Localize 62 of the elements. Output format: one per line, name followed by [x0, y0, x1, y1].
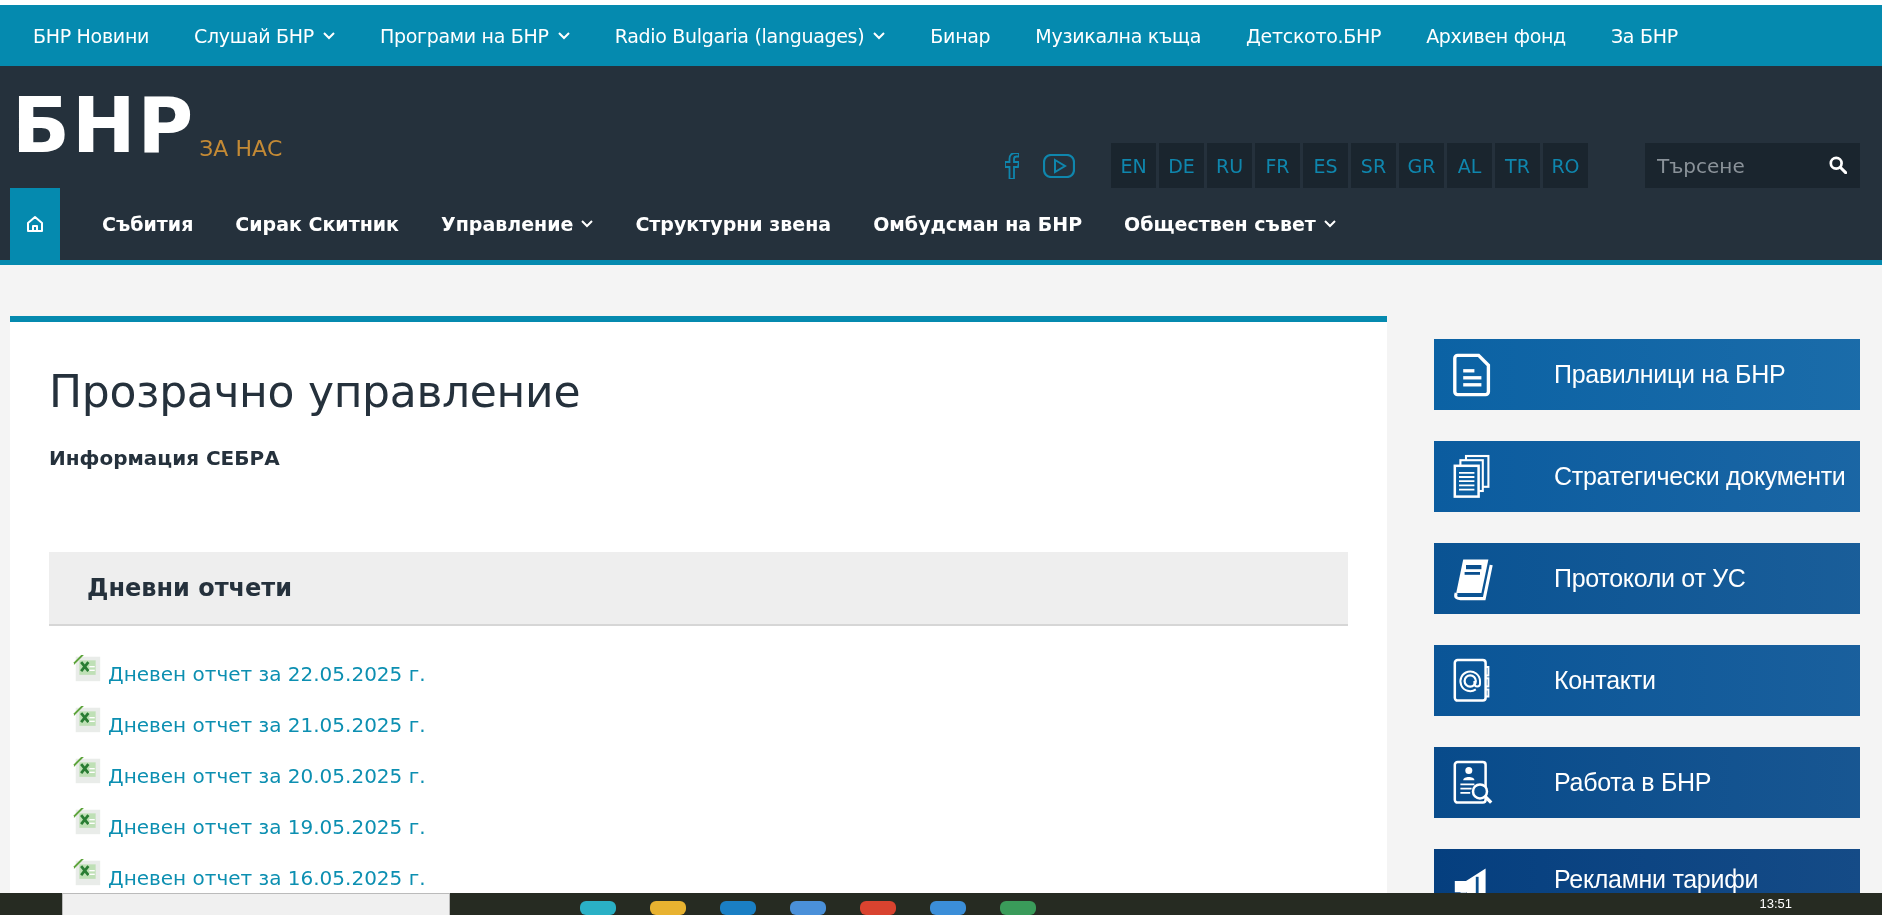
nav-link[interactable]: Структурни звена: [635, 209, 832, 239]
sidebar-link-button[interactable]: Протоколи от УС: [1434, 543, 1860, 614]
logo-tagline: ЗА НАС: [199, 138, 283, 160]
language-button[interactable]: RU: [1207, 143, 1252, 188]
taskbar-clock: 13:51: [1759, 895, 1792, 910]
file-link[interactable]: Дневен отчет за 19.05.2025 г.: [108, 815, 426, 839]
language-button[interactable]: AL: [1447, 143, 1492, 188]
top-menu-link[interactable]: За БНР: [1610, 24, 1678, 47]
taskbar-app-icon: [860, 901, 896, 915]
home-tab[interactable]: [10, 188, 60, 260]
nav-link[interactable]: Управление: [441, 209, 594, 239]
file-link[interactable]: Дневен отчет за 22.05.2025 г.: [108, 662, 426, 686]
home-icon: [25, 214, 45, 234]
person-search-icon: [1452, 759, 1494, 806]
taskbar-app-icon: [650, 901, 686, 915]
taskbar-app-icon: [790, 901, 826, 915]
taskbar-app-icon: [580, 901, 616, 915]
taskbar-app-icon: [930, 901, 966, 915]
nav-link[interactable]: Обществен съвет: [1124, 209, 1336, 239]
taskbar-search-field[interactable]: [62, 893, 450, 915]
sidebar-link-button[interactable]: Стратегически документи: [1434, 441, 1860, 512]
top-menu-link[interactable]: Бинар: [930, 24, 991, 47]
sidebar-link-button[interactable]: Правилници на БНР: [1434, 339, 1860, 410]
file-link[interactable]: Дневен отчет за 20.05.2025 г.: [108, 764, 426, 788]
sidebar-link-button[interactable]: Работа в БНР: [1434, 747, 1860, 818]
spreadsheet-file-icon: [73, 654, 102, 683]
spreadsheet-file-icon: [73, 705, 102, 734]
file-link[interactable]: Дневен отчет за 21.05.2025 г.: [108, 713, 426, 737]
language-button[interactable]: GR: [1399, 143, 1444, 188]
spreadsheet-file-icon: [73, 807, 102, 836]
language-button[interactable]: FR: [1255, 143, 1300, 188]
sidebar-link-button[interactable]: Рекламни тарифи: [1434, 849, 1860, 893]
top-menu-link[interactable]: Слушай БНР: [194, 24, 335, 47]
top-menu-link[interactable]: Radio Bulgaria (languages): [614, 24, 886, 47]
language-button[interactable]: DE: [1159, 143, 1204, 188]
nav-link[interactable]: Омбудсман на БНР: [873, 209, 1083, 239]
section-title: Дневни отчети: [87, 574, 293, 602]
spreadsheet-file-icon: [73, 858, 102, 887]
logo-text[interactable]: БНР: [12, 92, 196, 160]
search-icon: [1829, 156, 1847, 174]
page-subtitle: Информация СЕБРА: [49, 446, 281, 470]
taskbar-app-icon: [720, 901, 756, 915]
top-menu-link[interactable]: Програми на БНР: [379, 24, 570, 47]
top-menu-link[interactable]: БНР Новини: [33, 24, 150, 47]
page-title: Прозрачно управление: [49, 365, 582, 419]
language-button[interactable]: TR: [1495, 143, 1540, 188]
top-menu-link[interactable]: Музикална къща: [1035, 24, 1202, 47]
video-play-icon: [1043, 153, 1075, 178]
language-button[interactable]: RO: [1543, 143, 1588, 188]
nav-link[interactable]: Събития: [102, 209, 194, 239]
file-link[interactable]: Дневен отчет за 16.05.2025 г.: [108, 866, 426, 890]
sidebar-link-button[interactable]: Контакти: [1434, 645, 1860, 716]
language-button[interactable]: ES: [1303, 143, 1348, 188]
nav-link[interactable]: Сирак Скитник: [235, 209, 400, 239]
facebook-icon: [1005, 152, 1019, 179]
language-button[interactable]: SR: [1351, 143, 1396, 188]
top-menu-link[interactable]: Детското.БНР: [1246, 24, 1382, 47]
spreadsheet-file-icon: [73, 756, 102, 785]
search-field[interactable]: Търсене: [1645, 143, 1860, 188]
language-button[interactable]: EN: [1111, 143, 1156, 188]
top-menu-link[interactable]: Архивен фонд: [1426, 24, 1566, 47]
taskbar-app-icon: [1000, 901, 1036, 915]
